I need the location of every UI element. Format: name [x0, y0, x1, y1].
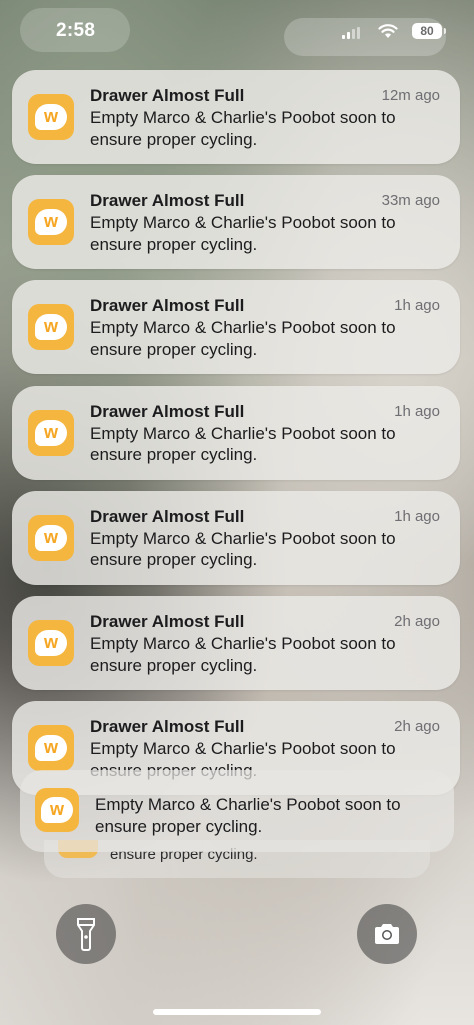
poobot-app-icon: w: [28, 620, 74, 666]
notification-card[interactable]: w Drawer Almost Full 2h ago Empty Marco & C…: [12, 596, 460, 690]
notification-time: 2h ago: [394, 718, 440, 736]
notification-body: Empty Marco & Charlie's Poobot soon to e…: [95, 795, 401, 836]
battery-indicator: 80: [412, 23, 446, 39]
notification-time: 33m ago: [381, 192, 440, 210]
notification-card[interactable]: w Drawer Almost Full 1h ago Empty Marco & C…: [12, 385, 460, 480]
notification-time: 1h ago: [394, 507, 440, 525]
notification-title: Drawer Almost Full: [90, 86, 245, 105]
notification-card[interactable]: w Drawer Almost Full 33m ago Empty Marco & …: [12, 175, 460, 270]
home-indicator[interactable]: [153, 1009, 321, 1015]
flashlight-icon: [77, 918, 95, 951]
notification-title: Drawer Almost Full: [90, 296, 245, 316]
notification-title: Drawer Almost Full: [90, 401, 245, 421]
notification-title: Drawer Almost Full: [90, 506, 245, 526]
poobot-app-icon: w: [28, 199, 74, 246]
camera-icon: [375, 924, 399, 944]
cellular-signal-icon: [342, 27, 360, 39]
notification-body: Empty Marco & Charlie's Poobot soon to e…: [90, 108, 396, 149]
notification-card[interactable]: w Drawer Almost Full 12m ago Empty Marco & …: [12, 70, 460, 164]
stacked-notification[interactable]: w Empty Marco & Charlie's Poobot soon to…: [20, 770, 454, 852]
notification-title: Drawer Almost Full: [90, 612, 245, 631]
notification-time: 1h ago: [394, 402, 440, 420]
notification-title: Drawer Almost Full: [90, 717, 245, 737]
notification-body: Empty Marco & Charlie's Poobot soon to e…: [90, 213, 396, 254]
notification-body: Empty Marco & Charlie's Poobot soon to e…: [90, 528, 396, 570]
notification-title: Drawer Almost Full: [90, 191, 245, 211]
clock-time: 2:58: [56, 20, 96, 41]
wifi-icon: [378, 24, 398, 38]
poobot-app-icon: w: [28, 409, 74, 456]
notification-card[interactable]: w Drawer Almost Full 1h ago Empty Marco & C…: [12, 280, 460, 375]
poobot-app-icon: w: [28, 94, 74, 140]
poobot-app-icon: w: [28, 725, 74, 772]
status-bar: 2:58 80: [0, 0, 474, 62]
notification-body: Empty Marco & Charlie's Poobot soon to e…: [90, 318, 396, 359]
poobot-app-icon: w: [35, 788, 79, 832]
notification-time: 12m ago: [381, 87, 440, 104]
notification-time: 2h ago: [394, 613, 440, 630]
camera-button[interactable]: [357, 904, 417, 964]
flashlight-button[interactable]: [56, 904, 116, 964]
poobot-app-icon: w: [28, 304, 74, 351]
poobot-app-icon: w: [28, 514, 74, 561]
notification-time: 1h ago: [394, 297, 440, 315]
notification-body: Empty Marco & Charlie's Poobot soon to e…: [90, 423, 396, 465]
notification-card[interactable]: w Drawer Almost Full 1h ago Empty Marco & C…: [12, 490, 460, 585]
notification-body: Empty Marco & Charlie's Poobot soon to e…: [90, 634, 396, 675]
